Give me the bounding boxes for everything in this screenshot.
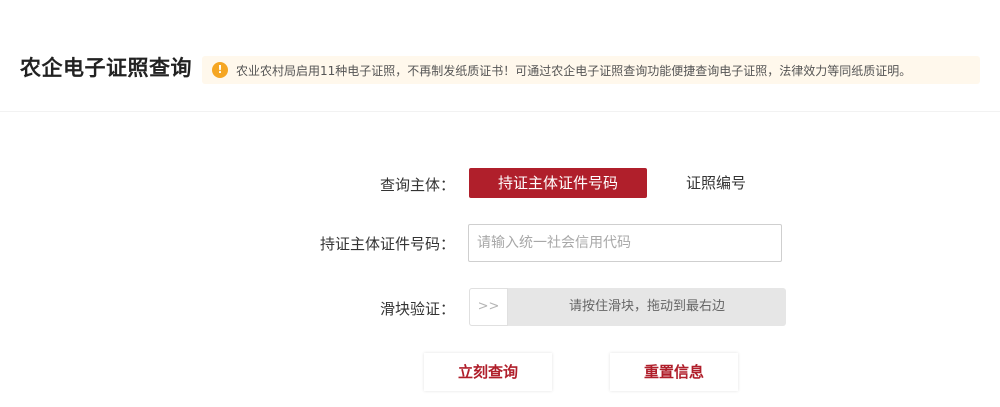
reset-info-button[interactable]: 重置信息 [610, 353, 738, 391]
notice-text: 农业农村局启用11种电子证照，不再制发纸质证书！可通过农企电子证照查询功能便捷查… [236, 63, 912, 78]
credit-code-input[interactable] [468, 224, 782, 262]
slider-verify-label: 滑块验证： [379, 300, 455, 318]
slider-captcha[interactable]: >> 请按住滑块，拖动到最右边 [469, 288, 786, 326]
query-subject-label: 查询主体： [379, 176, 455, 194]
query-now-button[interactable]: 立刻查询 [424, 353, 552, 391]
page-header: 农企电子证照查询 ! 农业农村局启用11种电子证照，不再制发纸质证书！可通过农企… [0, 0, 1000, 112]
tab-holder-id-number[interactable]: 持证主体证件号码 [469, 168, 647, 198]
slider-handle[interactable]: >> [469, 288, 508, 326]
holder-id-label: 持证主体证件号码： [319, 235, 455, 253]
slider-hint-text: 请按住滑块，拖动到最右边 [568, 299, 725, 314]
page-title: 农企电子证照查询 [20, 56, 192, 80]
notice-banner: ! 农业农村局启用11种电子证照，不再制发纸质证书！可通过农企电子证照查询功能便… [202, 56, 980, 84]
warning-icon: ! [212, 62, 228, 78]
tab-certificate-number[interactable]: 证照编号 [662, 168, 770, 198]
